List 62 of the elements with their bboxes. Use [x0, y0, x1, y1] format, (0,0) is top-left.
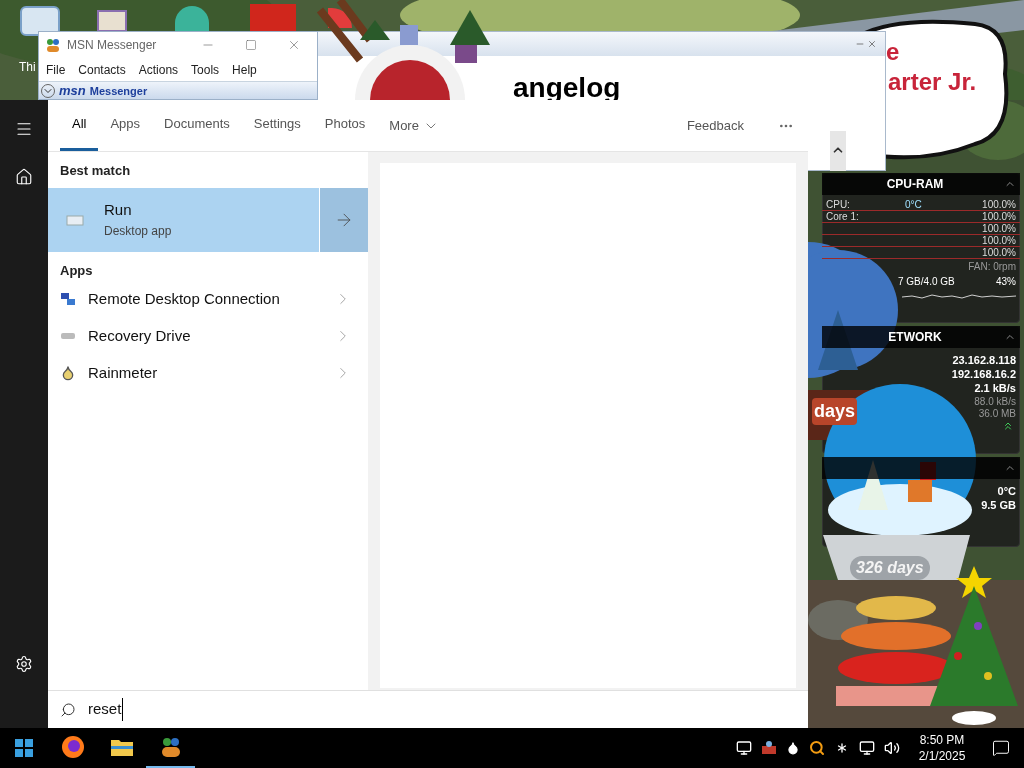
metric-value: 2.1 kB/s [974, 381, 1016, 394]
menu-icon[interactable] [15, 120, 33, 138]
app-result[interactable]: Remote Desktop Connection [48, 281, 368, 317]
app-result[interactable]: Recovery Drive [48, 318, 368, 354]
app-name: Recovery Drive [88, 325, 191, 346]
metric-value: 192.168.16.2 [951, 367, 1016, 380]
browser-icon [60, 735, 85, 759]
settings-icon[interactable] [15, 655, 33, 673]
search-icon [60, 701, 76, 718]
home-icon[interactable] [15, 168, 33, 186]
filter-tab[interactable]: All [60, 100, 99, 151]
panel-title: CPU-RAM [885, 176, 945, 193]
more-tab[interactable]: More [377, 100, 451, 151]
result-subtitle: Desktop app [104, 222, 172, 240]
folder-icon [109, 737, 134, 757]
temperature-reading: 0°C [904, 198, 922, 212]
upload-icon [1002, 420, 1014, 432]
notifications-icon[interactable] [992, 739, 1010, 757]
days-banner: days [812, 398, 858, 425]
droplet-icon [60, 365, 76, 381]
drive-icon [60, 331, 76, 341]
metric-label: CPU: [826, 198, 850, 212]
metric-value: 100.0% [982, 198, 1016, 212]
filter-tab[interactable]: Apps [98, 100, 153, 151]
memory-percent: 43% [996, 274, 1016, 289]
app-name: Rainmeter [88, 362, 158, 383]
feedback-link[interactable]: Feedback [686, 115, 744, 136]
droplet-icon[interactable] [786, 741, 800, 755]
clock[interactable]: 8:50 PM 2/1/2025 [904, 732, 980, 764]
screen-icon[interactable] [736, 740, 752, 756]
app-name: Remote Desktop Connection [88, 288, 280, 309]
network-icon[interactable] [859, 740, 875, 756]
filter-tab[interactable]: Settings [241, 100, 313, 151]
days-counter: 326 days [850, 556, 930, 580]
metric-value: 9.5 GB [981, 498, 1016, 511]
metric-value: FAN: 0rpm [968, 260, 1016, 271]
scrollbar[interactable] [830, 131, 846, 171]
tray-app-icon[interactable] [761, 740, 777, 756]
app-result[interactable]: Rainmeter [48, 355, 368, 391]
run-icon [66, 212, 84, 227]
section-heading: Best match [60, 162, 132, 180]
panel-title: ETWORK [887, 329, 943, 346]
metric-label: Core 1: [826, 210, 859, 224]
best-match-item[interactable]: Run Desktop app [48, 187, 320, 252]
section-heading: Apps [60, 261, 94, 280]
windows-logo-icon [15, 739, 33, 757]
metric-value: 100.0% [982, 222, 1016, 236]
filter-tab[interactable]: Photos [312, 100, 378, 151]
metric-value: 0°C [997, 484, 1016, 497]
memory-reading: 7 GB/4.0 GB [898, 274, 955, 289]
computers-icon [60, 291, 76, 307]
metric-value: 36.0 MB [978, 407, 1016, 418]
search-text: reset [88, 698, 124, 721]
result-title: Run [104, 200, 133, 221]
metric-value: 23.162.8.118 [952, 353, 1016, 366]
metric-value: 88.0 kB/s [974, 395, 1016, 406]
metric-value: 100.0% [982, 246, 1016, 260]
magnifier-icon[interactable] [809, 740, 825, 756]
filter-tab[interactable]: Documents [152, 100, 242, 151]
metric-value: 100.0% [982, 210, 1016, 224]
metric-value: 100.0% [982, 234, 1016, 248]
volume-icon[interactable] [884, 740, 900, 756]
